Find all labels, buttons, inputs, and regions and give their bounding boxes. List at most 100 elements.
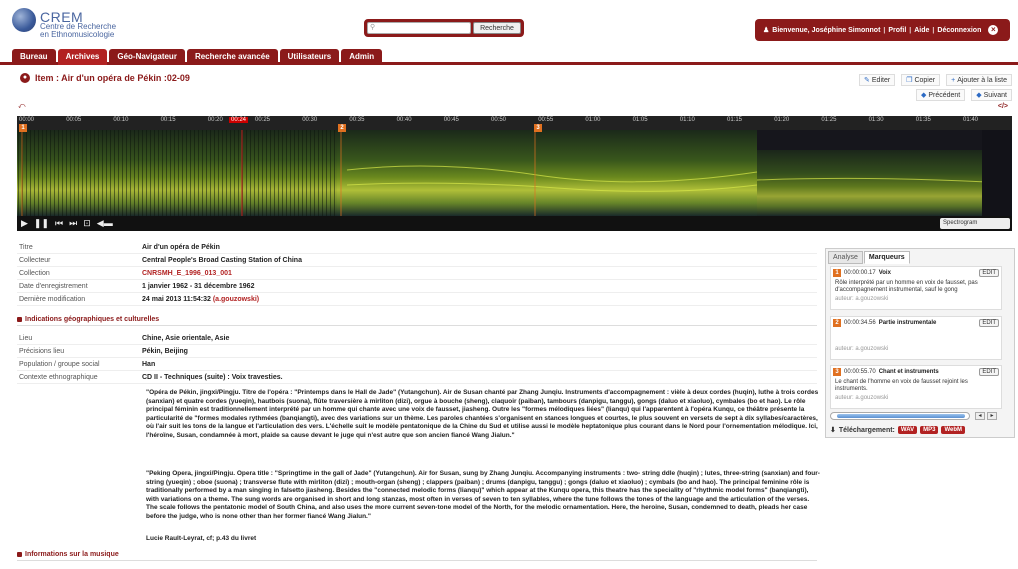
download-webm-button[interactable]: WebM	[941, 426, 966, 434]
edit-marker-button[interactable]: EDIT	[979, 368, 999, 376]
meta-row: Collecteur Central People's Broad Casting…	[17, 254, 817, 267]
panel-scrollbar[interactable]	[830, 412, 970, 420]
page-title: ● Item : Air d'un opéra de Pékin :02-09	[20, 73, 190, 83]
download-wav-button[interactable]: WAV	[897, 426, 918, 434]
copy-button[interactable]: ❐ Copier	[901, 74, 941, 86]
divider	[17, 560, 817, 561]
scroll-left-icon[interactable]: ◂	[975, 412, 985, 420]
play-icon[interactable]: ▶	[21, 218, 28, 229]
add-to-list-button[interactable]: + Ajouter à la liste	[946, 74, 1012, 86]
timeline-tick: 01:25	[821, 117, 837, 123]
timeline-ruler[interactable]: 00:00 00:05 00:10 00:15 00:20 00:25 00:30 00:35…	[17, 116, 1012, 130]
player-tools-icon[interactable]: ⤺	[18, 103, 25, 111]
download-mp3-button[interactable]: MP3	[920, 426, 939, 434]
timeline-tick: 00:55	[538, 117, 554, 123]
description-en: "Peking Opera, jingxi/Pingju. Opera titl…	[146, 470, 820, 520]
timeline-marker[interactable]: 3	[534, 124, 542, 132]
timeline-tick: 01:35	[915, 117, 931, 123]
timeline-tick: 00:20	[207, 117, 223, 123]
header: CREM Centre de Recherche en Ethnomusicolo…	[0, 0, 1018, 48]
nav-admin[interactable]: Admin	[341, 49, 383, 65]
logo-subtitle: Centre de Recherche en Ethnomusicologie	[40, 22, 117, 39]
marker-card[interactable]: 1 00:00:00.17 Voix EDIT Rôle interprété par…	[830, 266, 1002, 310]
edit-marker-button[interactable]: EDIT	[979, 319, 999, 327]
edit-button[interactable]: ✎ Editer	[859, 74, 896, 86]
item-icon: ●	[20, 73, 30, 83]
timeline-tick: 01:15	[727, 117, 743, 123]
collection-link[interactable]: CNRSMH_E_1996_013_001	[142, 267, 232, 279]
marker-card[interactable]: 2 00:00:34.56 Partie instrumentale EDIT aut…	[830, 316, 1002, 360]
meta-row: Date d'enregistrement 1 janvier 1962 - 31…	[17, 280, 817, 293]
timeline-tick: 00:25	[255, 117, 271, 123]
nav-bureau[interactable]: Bureau	[12, 49, 56, 65]
rewind-icon[interactable]: ⏮	[55, 218, 63, 229]
tab-analysis[interactable]: Analyse	[828, 251, 863, 264]
nav-geo[interactable]: Géo-Navigateur	[109, 49, 185, 65]
item-pagination: ◆ Précédent ◆ Suivant	[915, 89, 1012, 101]
nav-advanced-search[interactable]: Recherche avancée	[186, 49, 278, 65]
playhead-time[interactable]: 00:24	[229, 117, 249, 123]
timeline-tick: 01:10	[679, 117, 695, 123]
timeline-marker[interactable]: 1	[19, 124, 27, 132]
user-welcome: Bienvenue, Joséphine Simonnot	[772, 26, 881, 34]
timeline-marker[interactable]: 2	[338, 124, 346, 132]
download-label: Téléchargement:	[838, 426, 895, 434]
item-title: Item : Air d'un opéra de Pékin :02-09	[35, 73, 190, 83]
search-input[interactable]	[367, 22, 471, 34]
download-icon: ⬇	[830, 427, 836, 434]
previous-button[interactable]: ◆ Précédent	[915, 89, 966, 101]
timeline-tick: 00:50	[491, 117, 507, 123]
scroll-right-icon[interactable]: ▸	[987, 412, 997, 420]
user-bar: ♟ Bienvenue, Joséphine Simonnot | Profil…	[755, 19, 1010, 41]
meta-row: Population / groupe social Han	[17, 358, 817, 371]
timeline-tick: 00:40	[396, 117, 412, 123]
arrow-left-icon: ◆	[920, 92, 927, 99]
timeline-tick: 01:40	[963, 117, 979, 123]
scrollbar-thumb[interactable]	[837, 414, 965, 418]
timeline-tick: 00:45	[443, 117, 459, 123]
main-nav: Bureau Archives Géo-Navigateur Recherche…	[0, 49, 1018, 65]
timeline-tick: 01:00	[585, 117, 601, 123]
nav-archives[interactable]: Archives	[57, 49, 108, 65]
marker-card[interactable]: 3 00:00:55.70 Chant et instruments EDIT Le …	[830, 365, 1002, 409]
meta-row: Collection CNRSMH_E_1996_013_001	[17, 267, 817, 280]
timeline-tick: 00:10	[113, 117, 129, 123]
spectrogram[interactable]	[17, 130, 1012, 216]
pause-icon[interactable]: ❚❚	[34, 218, 49, 229]
geo-metadata: Lieu Chine, Asie orientale, Asie Précisio…	[17, 332, 817, 384]
player-controls: ▶ ❚❚ ⏮ ⏭ ⊡ ◀▬ Spectrogram	[17, 216, 1012, 231]
meta-row: Lieu Chine, Asie orientale, Asie	[17, 332, 817, 345]
logout-link[interactable]: Déconnexion	[937, 27, 981, 34]
section-geo[interactable]: Indications géographiques et culturelles	[17, 316, 159, 323]
crem-logo-icon[interactable]	[12, 8, 36, 32]
timeline-tick: 01:20	[774, 117, 790, 123]
author-link[interactable]: (a.gouzowski)	[213, 296, 259, 303]
meta-row: Titre Air d'un opéra de Pékin	[17, 241, 817, 254]
volume-icon[interactable]: ◀▬	[97, 218, 113, 229]
next-button[interactable]: ◆ Suivant	[971, 89, 1012, 101]
pencil-icon: ✎	[864, 77, 870, 84]
tab-markers[interactable]: Marqueurs	[863, 251, 910, 264]
profile-link[interactable]: Profil	[888, 27, 906, 34]
add-icon: +	[951, 76, 956, 84]
edit-marker-button[interactable]: EDIT	[979, 269, 999, 277]
timeline-tick: 00:35	[349, 117, 365, 123]
embed-link[interactable]: </>	[998, 103, 1008, 110]
square-icon	[17, 317, 22, 322]
help-link[interactable]: Aide	[914, 27, 929, 34]
section-music[interactable]: Informations sur la musique	[17, 551, 119, 558]
forward-icon[interactable]: ⏭	[69, 218, 77, 229]
panel-scroll-arrows: ◂ ▸	[975, 412, 997, 420]
copy-icon: ❐	[906, 77, 913, 84]
search-button[interactable]: Recherche	[473, 22, 521, 34]
description-fr: "Opéra de Pékin, jingxi/Pingju. Titre de…	[146, 389, 819, 439]
marker-add-icon[interactable]: ⊡	[83, 218, 91, 229]
view-select[interactable]: Spectrogram	[940, 218, 1010, 229]
spectrogram-graphic	[17, 130, 1012, 216]
timeline-tick: 01:05	[632, 117, 648, 123]
close-icon[interactable]: ×	[988, 25, 999, 35]
timeline-tick: 00:15	[160, 117, 176, 123]
nav-users[interactable]: Utilisateurs	[279, 49, 340, 65]
timeline-tick: 01:30	[868, 117, 884, 123]
user-icon: ♟	[763, 27, 770, 34]
